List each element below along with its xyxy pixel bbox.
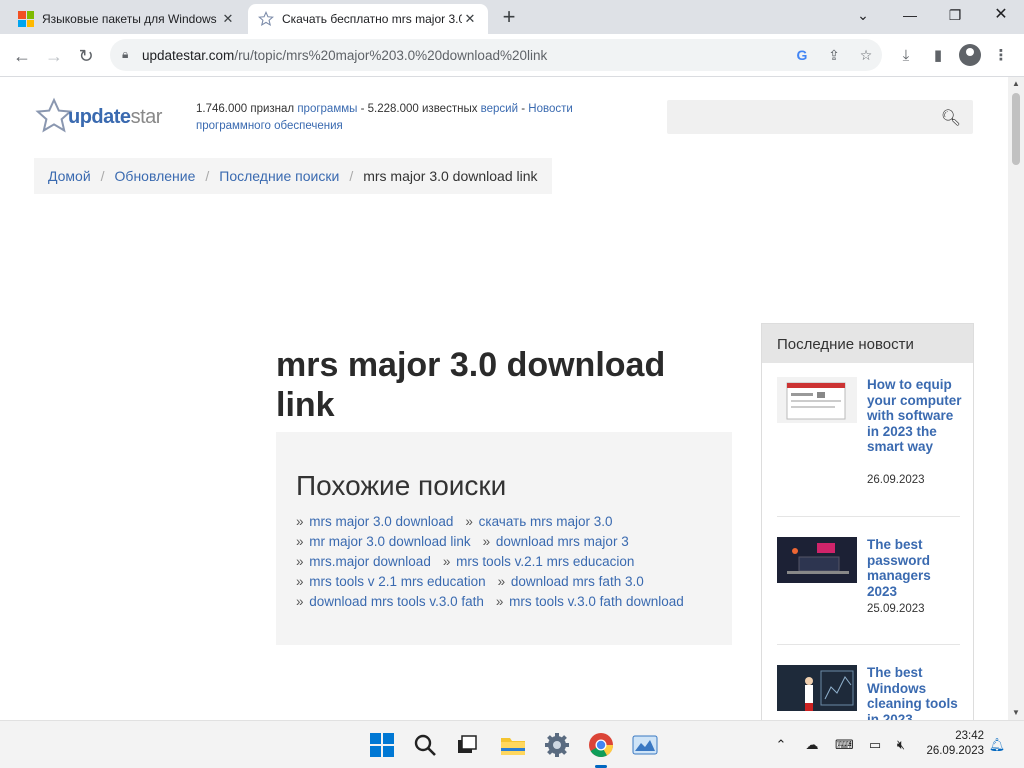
list-item: » mr major 3.0 download link» download m…	[296, 534, 629, 549]
tab-title: Скачать бесплатно mrs major 3.0	[282, 12, 462, 26]
similar-search-link[interactable]: mr major 3.0 download link	[309, 534, 470, 549]
tab-updatestar[interactable]: Скачать бесплатно mrs major 3.0 ✕	[248, 4, 488, 34]
scroll-up-arrow-icon[interactable]: ▲	[1008, 77, 1024, 91]
menu-dots-icon[interactable]: ⋮	[990, 45, 1012, 67]
tab-language-packs[interactable]: Языковые пакеты для Windows ✕	[8, 4, 246, 34]
profile-avatar[interactable]	[959, 44, 981, 66]
notification-bell-icon[interactable]: 🔔︎	[988, 736, 1006, 754]
download-icon[interactable]: ⤓	[895, 45, 917, 67]
news-title[interactable]: How to equip your computer with software…	[867, 377, 963, 455]
news-thumbnail[interactable]	[777, 665, 857, 711]
display-icon[interactable]: ▭	[866, 736, 884, 754]
windows-taskbar: ⌃ ☁ ⌨ ▭ 🔇︎ 23:42 26.09.2023 🔔︎	[0, 720, 1024, 768]
breadcrumb-separator: /	[100, 168, 105, 184]
latest-news-heading: Последние новости	[762, 324, 973, 363]
tab-strip: Языковые пакеты для Windows ✕ Скачать бе…	[0, 0, 1024, 34]
breadcrumb: Домой / Обновление / Последние поиски / …	[34, 158, 552, 194]
similar-search-link[interactable]: mrs tools v 2.1 mrs education	[309, 574, 485, 589]
tab-search-chevron-icon[interactable]: ⌄	[840, 4, 886, 26]
scroll-down-arrow-icon[interactable]: ▼	[1008, 706, 1024, 720]
share-icon[interactable]: ⇪	[824, 45, 844, 65]
web-page: updatestar 1.746.000 признал программы -…	[0, 77, 1008, 720]
volume-muted-icon[interactable]: 🔇︎	[892, 736, 910, 754]
site-stats: 1.746.000 признал программы - 5.228.000 …	[196, 103, 573, 132]
similar-searches-list: » mrs major 3.0 download» скачать mrs ma…	[296, 512, 712, 612]
windows-logo-icon	[18, 11, 34, 27]
reload-icon[interactable]: ↻	[72, 42, 100, 70]
maximize-button[interactable]: ❐	[932, 4, 978, 26]
page-title: mrs major 3.0 download link	[276, 346, 666, 424]
updatestar-logo[interactable]: updatestar	[34, 97, 162, 137]
news-date: 25.09.2023	[867, 603, 925, 615]
keyboard-icon[interactable]: ⌨	[835, 736, 854, 754]
latest-news-panel: Последние новости How to equip your comp…	[761, 323, 974, 720]
browser-toolbar: ← → ↻ 🔒︎ updatestar.com/ru/topic/mrs%20m…	[0, 34, 1024, 77]
similar-searches-heading: Похожие поиски	[296, 470, 507, 501]
minimize-button[interactable]: —	[887, 4, 933, 26]
system-clock[interactable]: 23:42 26.09.2023	[920, 729, 984, 759]
settings-gear-icon[interactable]	[543, 731, 571, 759]
scrollbar-thumb[interactable]	[1012, 93, 1020, 165]
news-divider	[777, 516, 960, 517]
url-text[interactable]: updatestar.com/ru/topic/mrs%20major%203.…	[142, 48, 547, 63]
programs-link[interactable]: программы	[297, 103, 357, 115]
news-divider	[777, 644, 960, 645]
onedrive-cloud-icon[interactable]: ☁	[803, 736, 821, 754]
list-item: » mrs.major download» mrs tools v.2.1 mr…	[296, 554, 635, 569]
news-title[interactable]: The best Windows cleaning tools in 2023	[867, 665, 963, 720]
news-date: 26.09.2023	[867, 474, 925, 486]
address-bar[interactable]: 🔒︎ updatestar.com/ru/topic/mrs%20major%2…	[110, 39, 882, 71]
close-icon[interactable]: ✕	[220, 11, 236, 27]
news-thumbnail[interactable]	[777, 377, 857, 423]
bookmark-star-icon[interactable]: ☆	[856, 45, 876, 65]
updatestar-star-icon	[258, 11, 274, 27]
clock-date: 26.09.2023	[926, 745, 984, 757]
back-arrow-icon[interactable]: ←	[8, 42, 36, 70]
tab-title: Языковые пакеты для Windows	[42, 12, 217, 26]
close-window-button[interactable]: ✕	[978, 4, 1024, 26]
similar-search-link[interactable]: mrs tools v.2.1 mrs educacion	[456, 554, 634, 569]
list-item: » download mrs tools v.3.0 fath» mrs too…	[296, 594, 684, 609]
similar-search-link[interactable]: download mrs fath 3.0	[511, 574, 644, 589]
similar-search-link[interactable]: скачать mrs major 3.0	[479, 514, 613, 529]
logo-text: updatestar	[68, 105, 162, 128]
page-scrollbar[interactable]: ▲ ▼	[1008, 77, 1024, 720]
close-icon[interactable]: ✕	[462, 11, 478, 27]
similar-search-link[interactable]: download mrs tools v.3.0 fath	[309, 594, 484, 609]
chrome-icon[interactable]	[587, 731, 615, 759]
new-tab-button[interactable]: +	[498, 6, 520, 29]
breadcrumb-current: mrs major 3.0 download link	[363, 168, 538, 184]
google-icon[interactable]: G	[792, 45, 812, 65]
versions-link[interactable]: версий	[481, 103, 518, 115]
breadcrumb-updates[interactable]: Обновление	[115, 168, 196, 184]
task-view-icon[interactable]	[453, 731, 481, 759]
search-icon[interactable]: 🔍︎	[941, 108, 961, 128]
news-title[interactable]: The best password managers 2023	[867, 537, 963, 599]
start-button-windows-icon[interactable]	[368, 731, 396, 759]
lock-icon: 🔒︎	[122, 47, 129, 61]
similar-search-link[interactable]: download mrs major 3	[496, 534, 629, 549]
file-explorer-icon[interactable]	[499, 731, 527, 759]
list-item: » mrs major 3.0 download» скачать mrs ma…	[296, 514, 613, 529]
photos-app-icon[interactable]	[631, 731, 659, 759]
search-icon[interactable]	[411, 731, 439, 759]
similar-searches-panel: Похожие поиски » mrs major 3.0 download»…	[276, 432, 732, 645]
side-panel-icon[interactable]: ▮	[927, 45, 949, 67]
breadcrumb-separator: /	[205, 168, 210, 184]
breadcrumb-separator: /	[349, 168, 354, 184]
breadcrumb-recent-searches[interactable]: Последние поиски	[219, 168, 339, 184]
list-item: » mrs tools v 2.1 mrs education» downloa…	[296, 574, 644, 589]
clock-time: 23:42	[955, 730, 984, 742]
news-thumbnail[interactable]	[777, 537, 857, 583]
forward-arrow-icon[interactable]: →	[40, 42, 68, 70]
similar-search-link[interactable]: mrs tools v.3.0 fath download	[509, 594, 684, 609]
chevron-up-icon[interactable]: ⌃	[772, 736, 790, 754]
site-search-input[interactable]: 🔍︎	[667, 100, 973, 134]
breadcrumb-home[interactable]: Домой	[48, 168, 91, 184]
similar-search-link[interactable]: mrs.major download	[309, 554, 431, 569]
similar-search-link[interactable]: mrs major 3.0 download	[309, 514, 453, 529]
